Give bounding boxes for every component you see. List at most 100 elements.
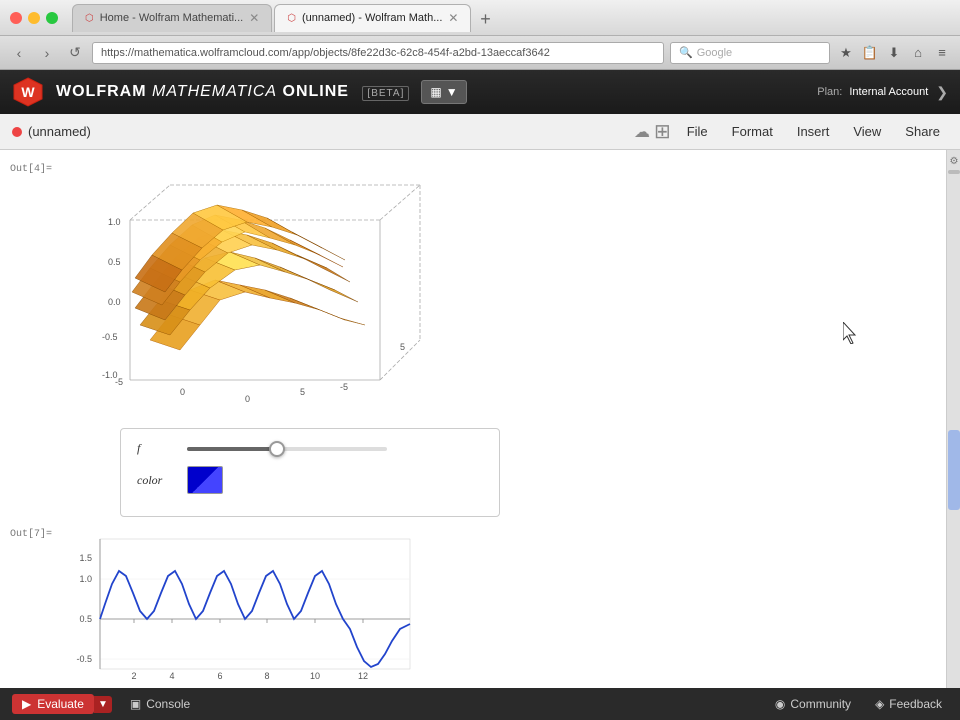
svg-text:8: 8 [264, 671, 269, 681]
evaluate-dropdown-button[interactable]: ▼ [94, 696, 112, 713]
tab1-favicon: ⬡ [85, 13, 94, 24]
address-text: https://mathematica.wolframcloud.com/app… [101, 47, 550, 59]
cell-content-plot2d: 1.5 1.0 0.5 -0.5 2 4 6 8 10 [60, 525, 926, 688]
browser-tab-2[interactable]: ⬡ (unnamed) - Wolfram Math... ✕ [274, 4, 471, 32]
plot-2d-svg: 1.5 1.0 0.5 -0.5 2 4 6 8 10 [60, 529, 420, 688]
svg-text:0: 0 [180, 387, 185, 397]
home-icon[interactable]: ⌂ [908, 43, 928, 63]
svg-text:0.5: 0.5 [79, 614, 92, 624]
header-right: Plan: Internal Account ❯ [817, 84, 948, 101]
f-label: f [137, 441, 177, 456]
nav-reload-button[interactable]: ↺ [64, 42, 86, 64]
search-icon: 🔍 [679, 46, 693, 59]
app-layout: W WOLFRAM MATHEMATICA ONLINE [BETA] ▦ ▼ … [0, 70, 960, 720]
wolfram-logo: W [12, 76, 44, 108]
format-menu[interactable]: Format [724, 120, 781, 143]
cell-label-out7: Out[7]= [0, 525, 60, 540]
address-bar[interactable]: https://mathematica.wolframcloud.com/app… [92, 42, 664, 64]
color-label: color [137, 473, 177, 488]
svg-text:10: 10 [310, 671, 320, 681]
svg-text:6: 6 [217, 671, 222, 681]
tab2-close[interactable]: ✕ [448, 11, 458, 25]
notebook-toolbar: (unnamed) ☁ ⊞ File Format Insert View Sh… [0, 114, 960, 150]
doc-name: (unnamed) [28, 124, 91, 139]
evaluate-section: ▶ Evaluate ▼ [12, 694, 112, 714]
svg-text:1.0: 1.0 [79, 574, 92, 584]
f-slider-thumb[interactable] [269, 441, 285, 457]
browser-tab-1[interactable]: ⬡ Home - Wolfram Mathemati... ✕ [72, 4, 272, 32]
plan-label: Plan: Internal Account [817, 86, 928, 98]
status-dot [12, 127, 22, 137]
svg-text:1.5: 1.5 [79, 553, 92, 563]
feedback-icon: ◈ [875, 697, 884, 711]
svg-text:2: 2 [131, 671, 136, 681]
notebook-area: Out[4]= [0, 150, 946, 688]
minimize-button[interactable] [28, 12, 40, 24]
color-swatch[interactable] [187, 466, 223, 494]
browser-addressbar: ‹ › ↺ https://mathematica.wolframcloud.c… [0, 36, 960, 70]
present-icon[interactable]: ⊞ [654, 119, 671, 144]
notebook-body: (unnamed) ☁ ⊞ File Format Insert View Sh… [0, 114, 960, 688]
scrollbar-up-indicator [948, 170, 960, 174]
svg-text:-1.0: -1.0 [102, 370, 118, 380]
tab1-close[interactable]: ✕ [249, 11, 259, 25]
new-tab-button[interactable]: + [473, 8, 497, 32]
svg-text:4: 4 [169, 671, 174, 681]
search-placeholder: Google [697, 47, 732, 59]
f-slider[interactable] [187, 447, 387, 451]
close-button[interactable] [10, 12, 22, 24]
svg-text:-5: -5 [340, 382, 348, 392]
f-slider-fill [187, 447, 277, 451]
fullscreen-button[interactable] [46, 12, 58, 24]
svg-text:0.0: 0.0 [108, 297, 121, 307]
evaluate-arrow-icon: ▶ [22, 697, 31, 711]
cloud-save-icon[interactable]: ☁ [634, 122, 650, 142]
sidebar-collapse-button[interactable]: ❯ [936, 84, 948, 101]
f-control-row: f [137, 441, 483, 456]
scrollbar-thumb[interactable] [948, 430, 960, 510]
community-button[interactable]: ◉ Community [769, 695, 857, 713]
plot-3d[interactable]: -5 0 0 5 -5 5 1.0 0.5 0.0 [60, 170, 440, 410]
scrollbar[interactable]: ⚙ [946, 150, 960, 688]
bookmark-icon[interactable]: ★ [836, 43, 856, 63]
menu-icon[interactable]: ≡ [932, 43, 952, 63]
cell-out4: Out[4]= [0, 160, 946, 420]
console-button[interactable]: ▣ Console [124, 695, 196, 713]
browser-tabs: ⬡ Home - Wolfram Mathemati... ✕ ⬡ (unnam… [72, 4, 497, 32]
browser-titlebar: ⬡ Home - Wolfram Mathemati... ✕ ⬡ (unnam… [0, 0, 960, 36]
download-icon[interactable]: ⬇ [884, 43, 904, 63]
evaluate-button[interactable]: ▶ Evaluate [12, 694, 94, 714]
nav-back-button[interactable]: ‹ [8, 42, 30, 64]
svg-text:0.5: 0.5 [108, 257, 121, 267]
svg-text:12: 12 [358, 671, 368, 681]
manipulate-controls: f color [120, 428, 500, 517]
bottom-bar: ▶ Evaluate ▼ ▣ Console ◉ Community ◈ Fee… [0, 688, 960, 720]
view-menu[interactable]: View [845, 120, 889, 143]
scrollbar-settings-icon[interactable]: ⚙ [947, 154, 960, 168]
view-dropdown-icon: ▼ [446, 85, 458, 99]
beta-badge: [BETA] [362, 86, 409, 101]
tab2-title: (unnamed) - Wolfram Math... [302, 12, 442, 24]
search-box[interactable]: 🔍 Google [670, 42, 830, 64]
plot-2d[interactable]: 1.5 1.0 0.5 -0.5 2 4 6 8 10 [60, 529, 420, 688]
share-menu[interactable]: Share [897, 120, 948, 143]
file-menu[interactable]: File [679, 120, 716, 143]
svg-text:5: 5 [400, 342, 405, 352]
feedback-button[interactable]: ◈ Feedback [869, 695, 948, 713]
nav-forward-button[interactable]: › [36, 42, 58, 64]
cell-label-out4: Out[4]= [0, 160, 60, 175]
community-icon: ◉ [775, 697, 785, 711]
color-control-row: color [137, 466, 483, 494]
svg-text:-0.5: -0.5 [102, 332, 118, 342]
readinglist-icon[interactable]: 📋 [860, 43, 880, 63]
insert-menu[interactable]: Insert [789, 120, 838, 143]
notebook-content-area: Out[4]= [0, 150, 960, 688]
app-title: WOLFRAM MATHEMATICA ONLINE [BETA] [56, 83, 409, 101]
cell-out7: Out[7]= [0, 525, 946, 688]
doc-status: (unnamed) [12, 124, 91, 139]
notebook-view-button[interactable]: ▦ ▼ [421, 80, 466, 104]
browser-toolbar-icons: ★ 📋 ⬇ ⌂ ≡ [836, 43, 952, 63]
controls-cell: f color [60, 428, 946, 517]
plot-3d-svg: -5 0 0 5 -5 5 1.0 0.5 0.0 [60, 170, 440, 410]
svg-text:0: 0 [245, 394, 250, 404]
